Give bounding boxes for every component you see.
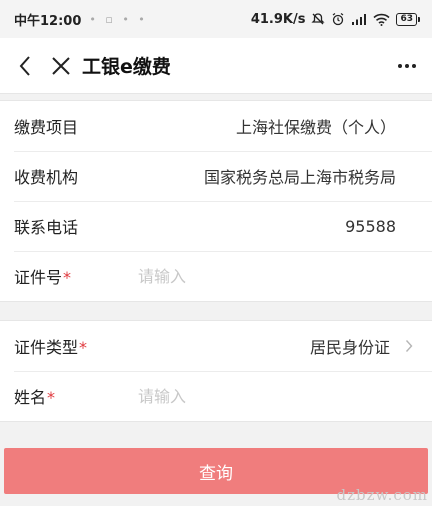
id-type-value[interactable]: 居民身份证 xyxy=(138,334,394,358)
required-mark: * xyxy=(47,388,56,407)
payee-value: 国家税务总局上海市税务局 xyxy=(203,168,396,187)
nav-bar: 工银e缴费 xyxy=(0,38,432,94)
alarm-icon xyxy=(331,12,345,26)
more-dots-icon xyxy=(398,63,416,68)
wifi-icon xyxy=(373,13,391,26)
watermark: dzbzw.com xyxy=(336,486,428,504)
id-number-label: 证件号* xyxy=(14,268,72,287)
close-icon xyxy=(52,56,70,75)
id-type-label: 证件类型* xyxy=(14,338,88,357)
payment-item-row: 缴费项目 上海社保缴费（个人） xyxy=(0,101,432,151)
more-button[interactable] xyxy=(392,51,422,81)
network-speed: 41.9K/s xyxy=(250,11,306,27)
mute-icon xyxy=(311,12,326,26)
status-time: 中午12:00 xyxy=(14,13,82,29)
status-right: 41.9K/s 63 xyxy=(251,12,420,27)
contact-phone-value: 95588 xyxy=(345,216,396,236)
section-gap xyxy=(0,302,432,320)
signal-icon xyxy=(351,13,367,26)
page-title: 工银e缴费 xyxy=(82,56,171,78)
id-type-row[interactable]: 证件类型* 居民身份证 xyxy=(0,321,432,371)
notification-dots: • ▫ • • xyxy=(89,12,148,26)
battery-icon: 63 xyxy=(396,12,420,26)
chevron-right-icon xyxy=(400,339,418,353)
id-number-input[interactable] xyxy=(138,266,418,286)
id-number-row: 证件号* xyxy=(0,251,432,301)
back-button[interactable] xyxy=(10,51,40,81)
contact-phone-label: 联系电话 xyxy=(14,218,79,237)
name-input[interactable] xyxy=(138,386,418,406)
status-left: 中午12:00 • ▫ • • xyxy=(14,10,148,29)
contact-phone-row: 联系电话 95588 xyxy=(0,201,432,251)
payment-item-label: 缴费项目 xyxy=(14,118,79,137)
battery-level: 63 xyxy=(396,12,417,26)
required-mark: * xyxy=(79,338,88,357)
close-button[interactable] xyxy=(46,51,76,81)
chevron-left-icon xyxy=(19,55,30,76)
name-row: 姓名* xyxy=(0,371,432,421)
name-label: 姓名* xyxy=(14,388,56,407)
payee-label: 收费机构 xyxy=(14,168,79,187)
payee-row: 收费机构 国家税务总局上海市税务局 xyxy=(0,151,432,201)
status-bar: 中午12:00 • ▫ • • 41.9K/s 63 xyxy=(0,0,432,38)
identity-group: 证件类型* 居民身份证 姓名* xyxy=(0,320,432,422)
required-mark: * xyxy=(63,268,72,287)
payment-item-value: 上海社保缴费（个人） xyxy=(235,118,396,137)
payment-info-group: 缴费项目 上海社保缴费（个人） 收费机构 国家税务总局上海市税务局 联系电话 9… xyxy=(0,100,432,302)
